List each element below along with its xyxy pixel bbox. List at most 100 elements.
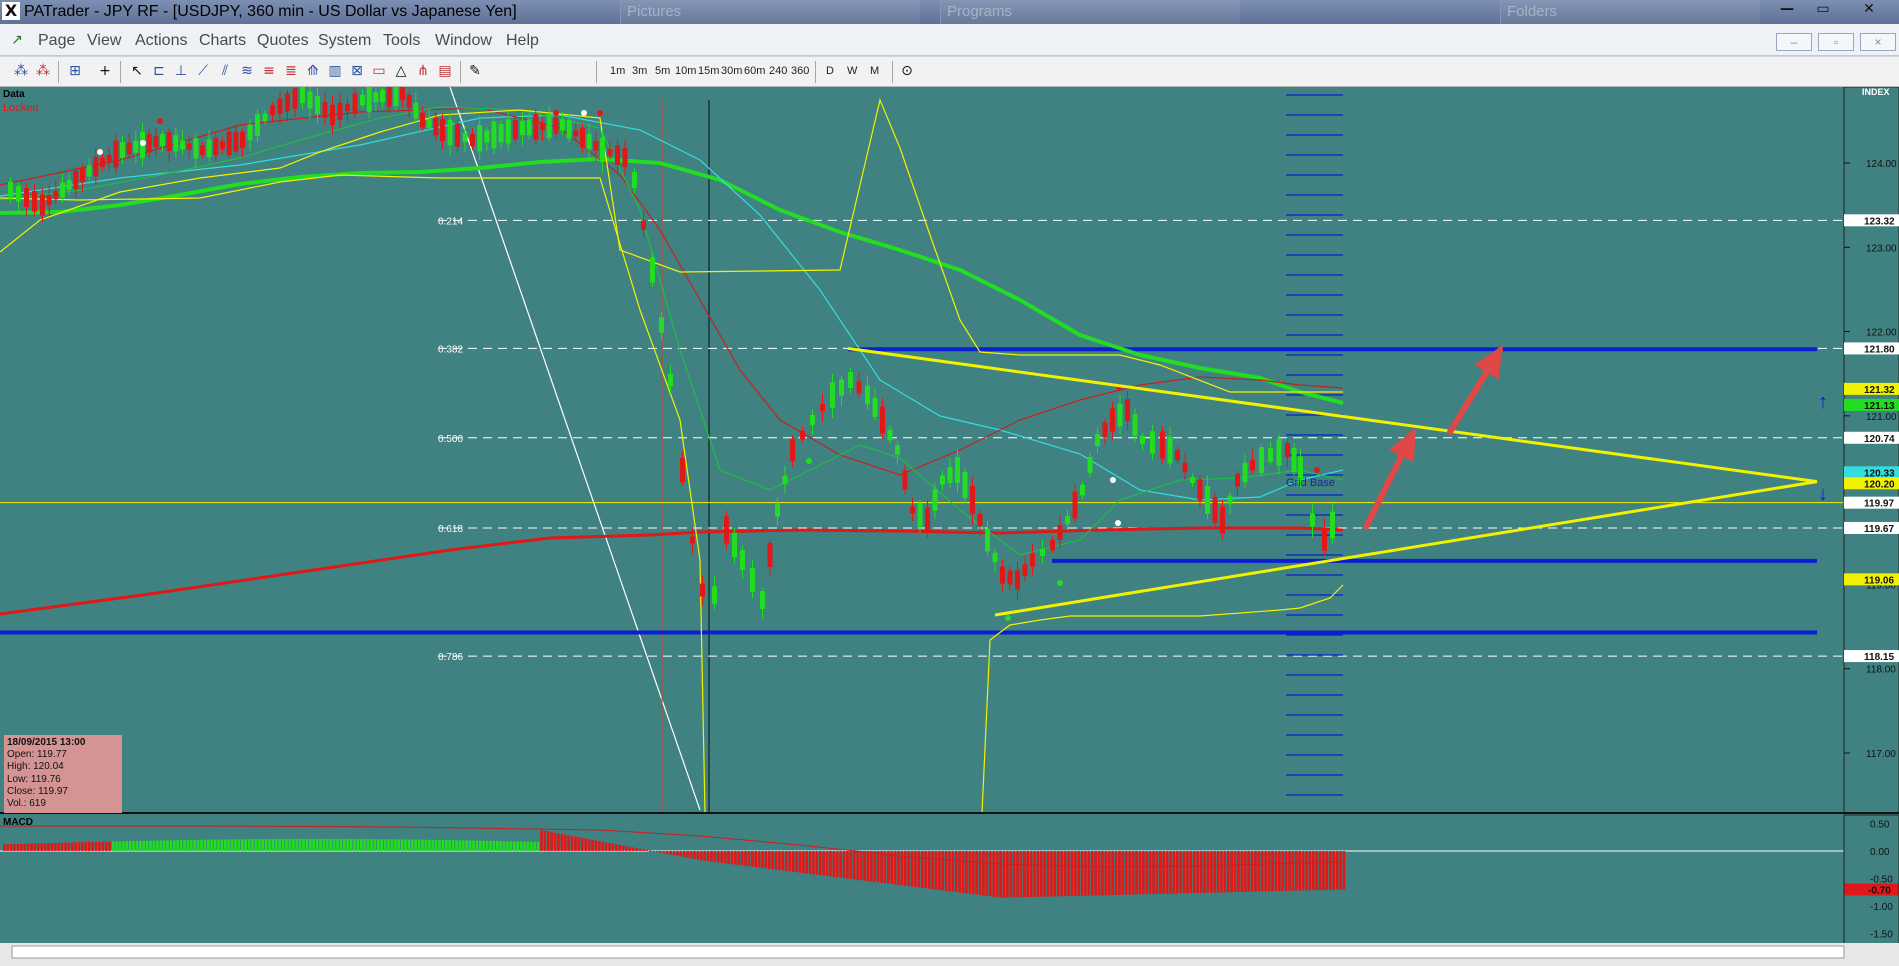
macd-bar — [305, 838, 309, 851]
candle-body — [40, 194, 45, 216]
grid-icon[interactable]: ▤ — [436, 62, 454, 80]
macd-bar — [1237, 851, 1240, 893]
zoom-in-icon[interactable]: ⁂ — [12, 62, 30, 80]
macd-bar — [159, 840, 162, 851]
vertical-line-icon[interactable]: ⊥ — [172, 62, 190, 80]
candle-body — [790, 439, 795, 461]
mdi-close-button[interactable]: × — [1860, 33, 1896, 51]
trend-line-icon[interactable]: ⟋ — [194, 62, 212, 80]
app-logo-icon: X — [2, 2, 20, 20]
scrollbar-track[interactable] — [11, 945, 1845, 959]
price-label-text: 120.74 — [1864, 434, 1895, 445]
minimize-button[interactable]: — — [1776, 1, 1798, 17]
clock-icon[interactable]: ⊙ — [898, 62, 916, 80]
macd-bar — [1135, 851, 1138, 895]
macd-bar — [441, 839, 445, 851]
macd-bar — [1172, 851, 1176, 894]
menu-window[interactable]: Window — [435, 32, 492, 50]
candle-body — [166, 132, 172, 152]
bar-open: Open: 119.77 — [7, 749, 67, 761]
timeframe-30m[interactable]: 30m — [721, 65, 742, 77]
andrews-pitchfork-icon[interactable]: ⋔ — [414, 62, 432, 80]
background-window-tab[interactable]: Programs — [940, 0, 1240, 24]
timeframe-5m[interactable]: 5m — [655, 65, 670, 77]
crosshair-icon[interactable]: + — [96, 62, 114, 80]
indicator-icon[interactable]: ⊞ — [66, 62, 84, 80]
rectangle-icon[interactable]: ▭ — [370, 62, 388, 80]
pencil-icon[interactable]: ✎ — [466, 62, 484, 80]
close-button[interactable]: ✕ — [1858, 1, 1880, 17]
timeframe-60m[interactable]: 60m — [744, 65, 765, 77]
macd-bar — [1332, 851, 1335, 890]
candle-body — [380, 89, 385, 103]
candle-body — [1150, 431, 1155, 454]
period-weekly[interactable]: W — [847, 65, 857, 77]
macd-bar — [111, 841, 115, 851]
macd-bar — [288, 838, 292, 851]
menu-charts[interactable]: Charts — [199, 32, 246, 50]
timeframe-360[interactable]: 360 — [791, 65, 809, 77]
price-label-text: 123.32 — [1864, 216, 1895, 227]
candle-body — [540, 122, 545, 131]
candle-body — [1030, 553, 1035, 567]
zoom-out-icon[interactable]: ⁂ — [34, 62, 52, 80]
fibonacci-icon[interactable]: ≡ — [260, 62, 278, 80]
background-window-tab[interactable]: Pictures — [620, 0, 920, 24]
fractal-marker — [597, 110, 603, 116]
background-window-tab[interactable]: Folders — [1500, 0, 1760, 24]
menu-help[interactable]: Help — [506, 32, 539, 50]
timeframe-10m[interactable]: 10m — [675, 65, 696, 77]
macd-bar — [81, 842, 84, 851]
pointer-icon[interactable]: ↖ — [128, 62, 146, 80]
candle-body — [226, 131, 232, 156]
macd-bar — [584, 838, 587, 851]
macd-bar — [1325, 851, 1329, 890]
macd-bar — [669, 851, 672, 855]
chart-area[interactable]: 0.214 0.382 0.500 0.618 0.786 ↑ ↓ 124.00 123.00… — [0, 87, 1899, 966]
triangle-icon[interactable]: △ — [392, 62, 410, 80]
menu-view[interactable]: View — [87, 32, 121, 50]
macd-bar — [1057, 851, 1060, 897]
menu-quotes[interactable]: Quotes — [257, 32, 309, 50]
macd-bar — [819, 851, 822, 876]
macd-bar — [774, 851, 778, 870]
fan-icon[interactable]: ⟰ — [304, 62, 322, 80]
timeframe-15m[interactable]: 15m — [698, 65, 719, 77]
macd-bar — [703, 851, 706, 861]
gann-icon[interactable]: ⊠ — [348, 62, 366, 80]
candle-body — [1140, 435, 1145, 445]
menu-system[interactable]: System — [318, 32, 371, 50]
macd-bar — [482, 840, 485, 851]
timeframe-1m[interactable]: 1m — [610, 65, 625, 77]
candle-body — [426, 118, 432, 128]
macd-bar — [448, 840, 451, 851]
candle-body — [186, 143, 192, 150]
menu-page[interactable]: Page — [38, 32, 75, 50]
timeframe-240[interactable]: 240 — [769, 65, 787, 77]
channel-icon[interactable]: ⫽ — [216, 62, 234, 80]
horizontal-line-icon[interactable]: ⊏ — [150, 62, 168, 80]
menu-tools[interactable]: Tools — [383, 32, 420, 50]
macd-bar — [530, 841, 533, 851]
fib-extension-icon[interactable]: ≣ — [282, 62, 300, 80]
period-daily[interactable]: D — [826, 65, 834, 77]
cycle-lines-icon[interactable]: ▥ — [326, 62, 344, 80]
candle-body — [1087, 457, 1093, 473]
macd-bar — [1193, 851, 1196, 894]
macd-bar — [1012, 851, 1016, 898]
timeframe-3m[interactable]: 3m — [632, 65, 647, 77]
macd-bar — [927, 851, 931, 889]
period-monthly[interactable]: M — [870, 65, 879, 77]
candle-body — [307, 91, 313, 109]
candle-body — [330, 104, 335, 126]
macd-bar — [832, 851, 836, 877]
parallel-lines-icon[interactable]: ≋ — [238, 62, 256, 80]
mdi-restore-button[interactable]: ▫ — [1818, 33, 1854, 51]
mdi-minimize-button[interactable]: – — [1776, 33, 1812, 51]
macd-bar — [788, 851, 791, 872]
macd-bar — [271, 839, 275, 851]
maximize-button[interactable]: ▭ — [1812, 1, 1834, 17]
macd-bar — [808, 851, 812, 874]
menu-actions[interactable]: Actions — [135, 32, 187, 50]
price-tick-label: 117.00 — [1866, 749, 1896, 760]
